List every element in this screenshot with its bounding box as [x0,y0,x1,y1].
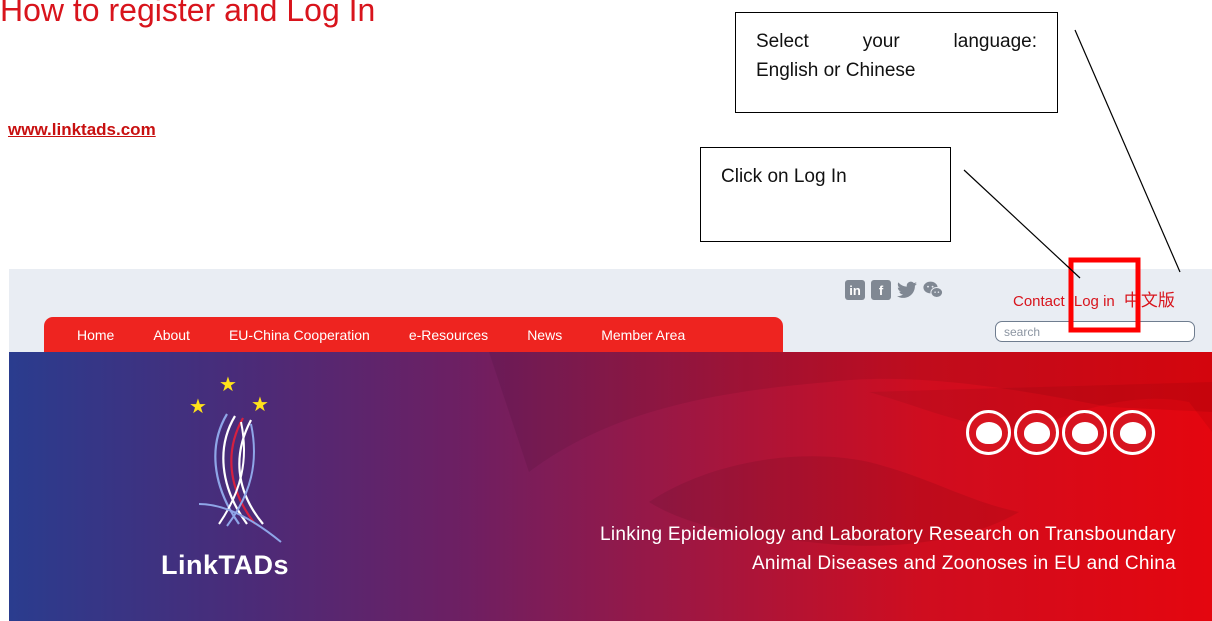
page-title: How to register and Log In [0,0,376,28]
linkedin-icon[interactable]: in [845,280,865,300]
poultry-icon [1014,410,1059,455]
nav-home[interactable]: Home [77,327,114,343]
login-callout: Click on Log In [700,147,951,242]
cattle-icon [966,410,1011,455]
pig-icon [1062,410,1107,455]
hero-tagline: Linking Epidemiology and Laboratory Rese… [600,524,1176,575]
facebook-icon[interactable]: f [871,280,891,300]
nav-about[interactable]: About [153,327,190,343]
twitter-icon[interactable] [897,280,917,300]
nav-member-area[interactable]: Member Area [601,327,685,343]
nav-news[interactable]: News [527,327,562,343]
logo-star-icon: ★ [189,396,207,418]
top-links: Contact Log in 中文版 [1013,286,1180,311]
nav-e-resources[interactable]: e-Resources [409,327,488,343]
chinese-language-link[interactable]: 中文版 [1124,291,1175,310]
language-connector-line [1074,29,1181,273]
animal-icons [966,410,1155,455]
contact-link[interactable]: Contact [1013,293,1065,310]
login-connector-line [963,169,1081,279]
language-callout-line1: Select your language: [756,31,1037,52]
wechat-icon[interactable] [923,280,943,300]
main-nav: Home About EU-China Cooperation e-Resour… [44,317,783,353]
logo-star-icon: ★ [219,374,237,396]
language-callout: Select your language: English or Chinese [735,12,1058,113]
website-link[interactable]: www.linktads.com [8,120,156,140]
login-link[interactable]: Log in [1074,293,1115,310]
nav-eu-china-cooperation[interactable]: EU-China Cooperation [229,327,370,343]
search-input[interactable] [995,321,1195,342]
sheep-icon [1110,410,1155,455]
logo-star-icon: ★ [251,394,269,416]
website-screenshot: in f Contact Log in 中文版 Home About EU-Ch… [9,269,1212,621]
hero-banner: ★ ★ ★ LinkTADs Linking Epidemiology and … [9,352,1212,621]
language-callout-line2: English or Chinese [756,60,916,82]
logo-text: LinkTADs [161,550,290,580]
social-icons: in f [845,280,943,300]
